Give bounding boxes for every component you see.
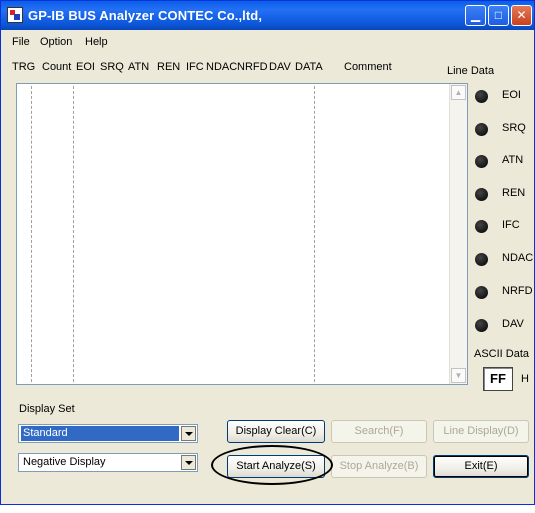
column-divider — [314, 86, 315, 382]
led-ifc-label: IFC — [502, 219, 520, 231]
line-data-label: Line Data — [447, 65, 495, 77]
stop-analyze-button[interactable]: Stop Analyze(B) — [331, 455, 427, 478]
maximize-button[interactable]: □ — [488, 5, 509, 26]
led-dav-indicator — [475, 319, 488, 332]
led-atn-indicator — [475, 155, 488, 168]
led-ndac-label: NDAC — [502, 252, 534, 264]
display-polarity-select[interactable]: Negative Display — [18, 453, 198, 472]
scroll-down-arrow-icon[interactable]: ▼ — [451, 368, 466, 383]
led-ifc-indicator — [475, 220, 488, 233]
title-bar[interactable]: GP-IB BUS Analyzer CONTEC Co.,ltd, ▁ □ ✕ — [1, 1, 534, 30]
col-header-ndac: NDAC — [206, 61, 238, 73]
window-title: GP-IB BUS Analyzer CONTEC Co.,ltd, — [28, 8, 263, 23]
led-ren-indicator — [475, 188, 488, 201]
col-header-srq: SRQ — [100, 61, 124, 73]
led-eoi-label: EOI — [502, 89, 521, 101]
led-ndac-indicator — [475, 253, 488, 266]
menu-bar: File Option Help — [1, 33, 534, 51]
display-polarity-value: Negative Display — [23, 456, 106, 468]
app-icon[interactable] — [7, 7, 23, 23]
ascii-data-label: ASCII Data — [474, 348, 530, 360]
minimize-button[interactable]: ▁ — [465, 5, 486, 26]
col-header-ren: REN — [157, 61, 181, 73]
display-set-label: Display Set — [19, 403, 75, 415]
ascii-value-display: FF — [483, 367, 513, 391]
menu-help[interactable]: Help — [85, 36, 108, 48]
vertical-scrollbar[interactable]: ▲ ▼ — [449, 84, 467, 384]
close-button[interactable]: ✕ — [511, 5, 532, 26]
led-eoi-indicator — [475, 90, 488, 103]
exit-button[interactable]: Exit(E) — [433, 455, 529, 478]
app-window: GP-IB BUS Analyzer CONTEC Co.,ltd, ▁ □ ✕… — [0, 0, 535, 505]
scroll-up-arrow-icon[interactable]: ▲ — [451, 85, 466, 100]
led-atn-label: ATN — [502, 154, 524, 166]
col-header-data: DATA — [295, 61, 323, 73]
col-header-eoi: EOI — [76, 61, 95, 73]
led-nrfd-indicator — [475, 286, 488, 299]
chevron-down-icon[interactable] — [181, 455, 196, 470]
led-ren-label: REN — [502, 187, 526, 199]
ascii-hex-suffix: H — [521, 373, 529, 385]
search-button[interactable]: Search(F) — [331, 420, 427, 443]
display-mode-select[interactable]: Standard — [18, 424, 198, 443]
chevron-down-icon[interactable] — [181, 426, 196, 441]
column-divider — [73, 86, 74, 382]
led-dav-label: DAV — [502, 318, 524, 330]
col-header-dav: DAV — [269, 61, 291, 73]
line-display-button[interactable]: Line Display(D) — [433, 420, 529, 443]
col-header-nrfd: NRFD — [237, 61, 268, 73]
bus-data-list[interactable]: ▲ ▼ — [16, 83, 468, 385]
start-analyze-button[interactable]: Start Analyze(S) — [227, 455, 325, 478]
col-header-trg: TRG — [12, 61, 36, 73]
led-srq-label: SRQ — [502, 122, 526, 134]
col-header-count: Count — [42, 61, 72, 73]
led-srq-indicator — [475, 123, 488, 136]
col-header-ifc: IFC — [186, 61, 204, 73]
col-header-comment: Comment — [344, 61, 392, 73]
col-header-atn: ATN — [128, 61, 150, 73]
menu-file[interactable]: File — [12, 36, 30, 48]
display-mode-value: Standard — [21, 426, 179, 441]
led-nrfd-label: NRFD — [502, 285, 533, 297]
display-clear-button[interactable]: Display Clear(C) — [227, 420, 325, 443]
column-divider — [31, 86, 32, 382]
menu-option[interactable]: Option — [40, 36, 72, 48]
